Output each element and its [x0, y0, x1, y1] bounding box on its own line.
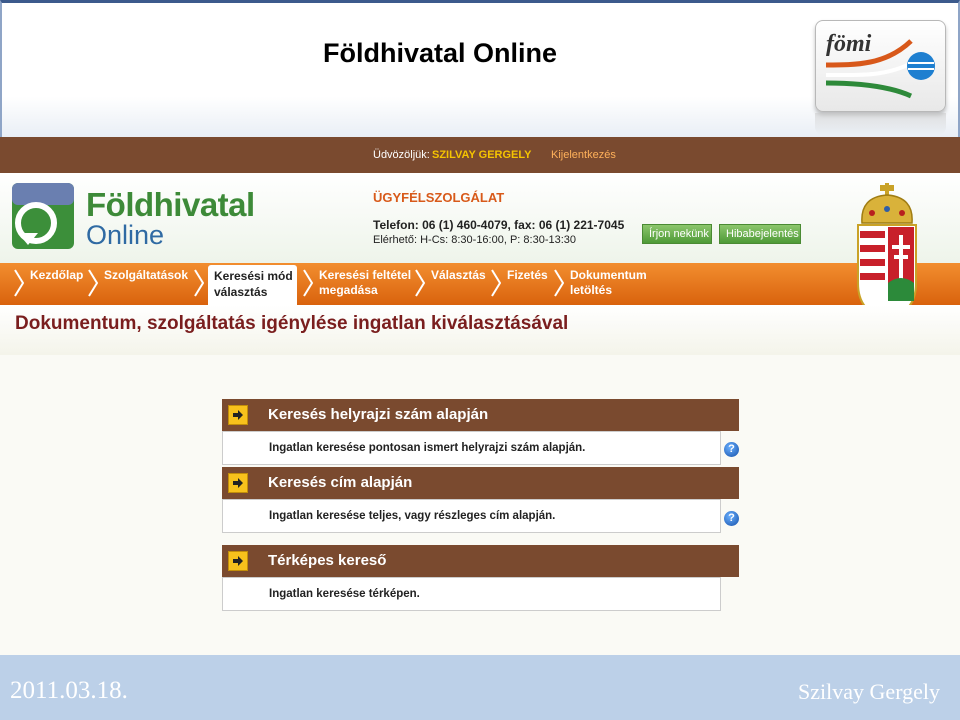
help-icon[interactable]: ? — [724, 511, 739, 526]
site-logo-title: Földhivatal — [86, 186, 255, 223]
search-by-address-option[interactable]: Keresés cím alapján — [222, 467, 739, 499]
slide-footer: 2011.03.18. Szilvay Gergely — [0, 655, 960, 720]
slide-title: Földhivatal Online — [322, 38, 558, 68]
option-title: Keresés helyrajzi szám alapján — [268, 406, 489, 423]
option-description: Ingatlan keresése pontosan ismert helyra… — [269, 442, 586, 454]
footer-date: 2011.03.18. — [10, 677, 128, 704]
logo-reflection — [815, 113, 946, 135]
help-icon[interactable]: ? — [724, 442, 739, 457]
map-search-option[interactable]: Térképes kereső — [222, 545, 739, 577]
fomi-logo: fömi — [815, 20, 946, 112]
option-description-box: Ingatlan keresése térképen. — [222, 577, 721, 611]
logout-link[interactable]: Kijelentkezés — [551, 149, 616, 161]
fomi-logo-graphic: fömi — [825, 31, 935, 99]
option-title: Térképes kereső — [268, 552, 387, 569]
fomi-logo-text: fömi — [826, 31, 872, 57]
chevron-right-icon — [415, 269, 425, 297]
chevron-right-icon — [554, 269, 564, 297]
nav-item-search-criteria[interactable]: Keresési feltétel megadása — [319, 268, 411, 298]
arrow-right-icon — [228, 473, 248, 493]
nav-item-selection[interactable]: Választás — [431, 268, 486, 283]
nav-item-document-download[interactable]: Dokumentum letöltés — [570, 268, 647, 298]
option-description-box: Ingatlan keresése pontosan ismert helyra… — [222, 431, 721, 465]
site-logo-subtitle: Online — [86, 220, 165, 250]
nav-item-search-mode-label: Keresési mód választás — [214, 269, 293, 299]
welcome-label: Üdvözöljük: — [373, 149, 430, 161]
option-title: Keresés cím alapján — [268, 474, 413, 491]
option-description: Ingatlan keresése térképen. — [269, 588, 420, 600]
customer-service-title: ÜGYFÉLSZOLGÁLAT — [373, 190, 505, 205]
nav-item-home[interactable]: Kezdőlap — [30, 268, 83, 283]
chevron-right-icon — [491, 269, 501, 297]
option-description-box: Ingatlan keresése teljes, vagy részleges… — [222, 499, 721, 533]
nav-item-services[interactable]: Szolgáltatások — [104, 268, 188, 283]
bug-report-button[interactable]: Hibabejelentés — [719, 224, 801, 244]
write-to-us-button[interactable]: Írjon nekünk — [642, 224, 712, 244]
option-description: Ingatlan keresése teljes, vagy részleges… — [269, 510, 556, 522]
user-name: SZILVAY GERGELY — [432, 149, 532, 161]
site-header: Földhivatal Online ÜGYFÉLSZOLGÁLAT Telef… — [0, 173, 960, 263]
customer-service-phone: Telefon: 06 (1) 460-4079, fax: 06 (1) 22… — [373, 218, 625, 232]
search-by-parcel-number-option[interactable]: Keresés helyrajzi szám alapján — [222, 399, 739, 431]
hungarian-coat-of-arms-icon — [857, 183, 917, 320]
customer-service-hours: Elérhető: H-Cs: 8:30-16:00, P: 8:30-13:3… — [373, 234, 577, 246]
chevron-right-icon — [194, 269, 204, 297]
arrow-right-icon — [228, 405, 248, 425]
footer-author: Szilvay Gergely — [798, 679, 940, 704]
chevron-right-icon — [303, 269, 313, 297]
user-bar: Üdvözöljük: SZILVAY GERGELY Kijelentkezé… — [0, 137, 960, 173]
chevron-right-icon — [14, 269, 24, 297]
step-navbar: Kezdőlap Szolgáltatások Keresési mód vála… — [0, 263, 960, 306]
nav-item-payment[interactable]: Fizetés — [507, 268, 548, 283]
chevron-right-icon — [88, 269, 98, 297]
arrow-right-icon — [228, 551, 248, 571]
page-heading: Dokumentum, szolgáltatás igénylése ingat… — [15, 313, 569, 334]
site-logo-icon[interactable] — [12, 183, 74, 249]
